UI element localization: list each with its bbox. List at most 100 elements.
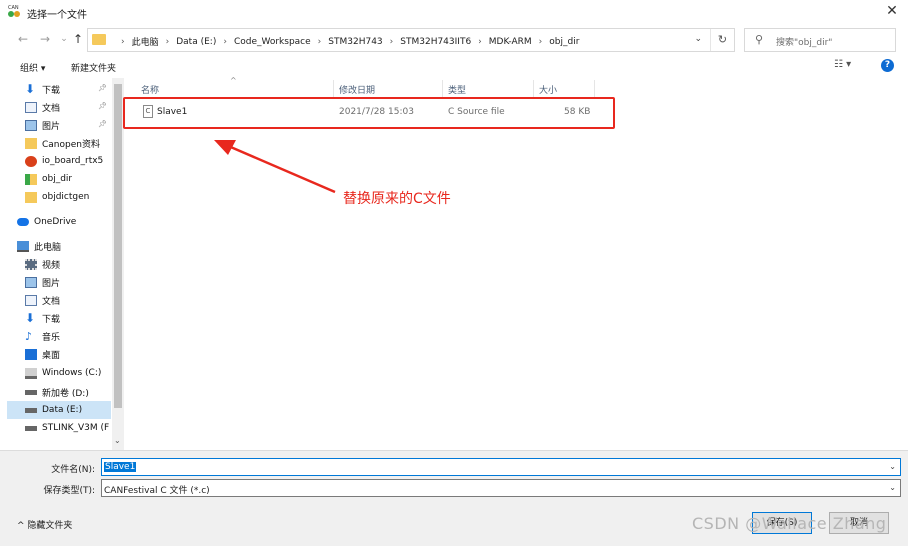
chevron-down-icon[interactable]: ⌄ — [889, 483, 896, 492]
filetype-value: CANFestival C 文件 (*.c) — [104, 486, 210, 496]
music-icon: ♪ — [25, 329, 33, 343]
organize-button[interactable]: 组织 ▾ — [20, 61, 45, 74]
picture-icon — [25, 276, 37, 288]
sidebar-item-objdictgen[interactable]: objdictgen — [7, 188, 111, 206]
drive-icon — [25, 407, 37, 413]
video-icon — [25, 258, 37, 270]
sidebar-item-videos[interactable]: 视频 — [7, 255, 111, 273]
chevron-down-icon[interactable]: ⌄ — [114, 436, 121, 445]
column-header-date[interactable]: 修改日期 — [334, 80, 443, 98]
column-header-name[interactable]: 名称 — [136, 80, 334, 98]
search-icon: ⚲ — [755, 33, 764, 46]
sidebar-item-music[interactable]: ♪ 音乐 — [7, 327, 111, 345]
desktop-icon — [25, 348, 37, 360]
breadcrumb-data-drive[interactable]: Data (E:) — [176, 37, 216, 47]
sidebar-item-onedrive[interactable]: OneDrive — [7, 213, 111, 231]
folder-icon — [92, 34, 106, 45]
close-button[interactable]: ✕ — [882, 2, 902, 20]
sidebar-item-obj-dir[interactable]: obj_dir — [7, 170, 111, 188]
hide-folders-label: 隐藏文件夹 — [27, 521, 73, 531]
hide-folders-button[interactable]: ^ 隐藏文件夹 — [17, 518, 72, 531]
annotation-highlight-box — [123, 97, 615, 129]
chevron-right-icon[interactable]: › — [478, 37, 482, 47]
command-bar: 组织 ▾ 新建文件夹 ☷ ▾ ? — [0, 56, 908, 78]
address-bar[interactable]: › 此电脑 › Data (E:) › Code_Workspace › STM… — [87, 28, 735, 52]
download-arrow-icon: ⬇ — [25, 310, 36, 325]
picture-icon — [25, 119, 37, 131]
sidebar-item-stlink-f[interactable]: STLINK_V3M (F — [7, 419, 111, 437]
breadcrumb-this-pc[interactable]: 此电脑 — [132, 35, 159, 48]
breadcrumb-mdk-arm[interactable]: MDK-ARM — [489, 37, 532, 47]
document-icon — [25, 294, 37, 306]
watermark: CSDN @Wallace Zhang — [692, 514, 887, 533]
search-placeholder: 搜索"obj_dir" — [776, 38, 833, 48]
chevron-right-icon[interactable]: › — [166, 37, 170, 47]
sidebar-item-pictures-quick[interactable]: 图片 📌︎ — [7, 116, 111, 134]
sidebar-item-io-board[interactable]: io_board_rtx5 — [7, 152, 111, 170]
recent-locations-chevron-icon[interactable]: ⌄ — [57, 31, 71, 47]
sidebar-item-pictures[interactable]: 图片 — [7, 273, 111, 291]
chevron-right-icon[interactable]: › — [318, 37, 322, 47]
cloud-icon — [17, 218, 29, 226]
sidebar-item-documents[interactable]: 文档 — [7, 291, 111, 309]
pin-icon[interactable]: 📌︎ — [98, 84, 107, 92]
help-icon[interactable]: ? — [881, 59, 894, 72]
windows-drive-icon — [25, 367, 37, 379]
project-icon — [25, 155, 37, 167]
sidebar-item-desktop[interactable]: 桌面 — [7, 345, 111, 363]
chevron-right-icon[interactable]: › — [539, 37, 543, 47]
filetype-label: 保存类型(T): — [43, 486, 95, 496]
filename-value[interactable]: Slave1 — [104, 462, 137, 472]
chevron-right-icon[interactable]: › — [390, 37, 394, 47]
refresh-icon[interactable]: ↻ — [710, 29, 734, 51]
sidebar-item-documents-quick[interactable]: 文档 📌︎ — [7, 98, 111, 116]
download-arrow-icon: ⬇ — [25, 81, 36, 96]
app-icon: CAN — [8, 5, 20, 17]
filetype-select[interactable]: CANFestival C 文件 (*.c) ⌄ — [101, 479, 901, 497]
folder-icon — [25, 137, 37, 149]
title-bar: CAN 选择一个文件 ✕ — [0, 0, 908, 24]
address-dropdown-icon[interactable]: ⌄ — [694, 34, 702, 44]
breadcrumb-stm32h743[interactable]: STM32H743 — [328, 37, 382, 47]
breadcrumb: › 此电脑 › Data (E:) › Code_Workspace › STM… — [114, 35, 579, 49]
pin-icon[interactable]: 📌︎ — [98, 120, 107, 128]
pin-icon[interactable]: 📌︎ — [98, 102, 107, 110]
drive-icon — [25, 425, 37, 431]
computer-icon — [17, 240, 29, 252]
sidebar-item-canopen[interactable]: Canopen资料 — [7, 134, 111, 152]
breadcrumb-obj-dir[interactable]: obj_dir — [549, 37, 579, 47]
chevron-up-icon: ^ — [17, 521, 28, 531]
folder-icon — [25, 191, 37, 203]
svg-text:CAN: CAN — [8, 5, 19, 11]
forward-arrow-icon[interactable]: → — [38, 31, 52, 47]
chevron-right-icon[interactable]: › — [121, 37, 125, 47]
sidebar-item-data-e[interactable]: Data (E:) — [7, 401, 111, 419]
document-icon — [25, 101, 37, 113]
back-arrow-icon[interactable]: ← — [16, 31, 30, 47]
column-header-type[interactable]: 类型 — [443, 80, 534, 98]
navigation-pane: ⬇ 下载 📌︎ 文档 📌︎ 图片 📌︎ Canopen资料 io_board_r… — [7, 78, 123, 450]
drive-icon — [25, 389, 37, 395]
window-title: 选择一个文件 — [27, 10, 87, 21]
navigation-scrollbar[interactable]: ⌄ — [112, 78, 124, 450]
breadcrumb-stm32h743iit6[interactable]: STM32H743IIT6 — [400, 37, 471, 47]
filename-label: 文件名(N): — [51, 465, 95, 475]
sidebar-item-downloads[interactable]: ⬇ 下载 — [7, 309, 111, 327]
navigation-bar: ← → ⌄ ↑ › 此电脑 › Data (E:) › Code_Workspa… — [0, 24, 908, 54]
search-box[interactable]: ⚲ 搜索"obj_dir" — [744, 28, 896, 52]
up-arrow-icon[interactable]: ↑ — [71, 31, 85, 47]
annotation-text: 替换原来的C文件 — [343, 191, 451, 207]
sidebar-item-downloads-quick[interactable]: ⬇ 下载 📌︎ — [7, 80, 111, 98]
chevron-right-icon[interactable]: › — [223, 37, 227, 47]
chevron-down-icon[interactable]: ⌄ — [889, 462, 896, 471]
sidebar-item-this-pc[interactable]: 此电脑 — [7, 237, 111, 255]
sidebar-item-drive-d[interactable]: 新加卷 (D:) — [7, 383, 111, 401]
column-header-size[interactable]: 大小 — [534, 80, 595, 98]
folder-check-icon — [25, 173, 37, 185]
view-options-icon[interactable]: ☷ ▾ — [834, 59, 851, 70]
filename-input[interactable]: Slave1 ⌄ — [101, 458, 901, 476]
new-folder-button[interactable]: 新建文件夹 — [71, 61, 116, 74]
breadcrumb-code-workspace[interactable]: Code_Workspace — [234, 37, 311, 47]
scrollbar-thumb[interactable] — [114, 84, 122, 408]
sidebar-item-windows-c[interactable]: Windows (C:) — [7, 364, 111, 382]
